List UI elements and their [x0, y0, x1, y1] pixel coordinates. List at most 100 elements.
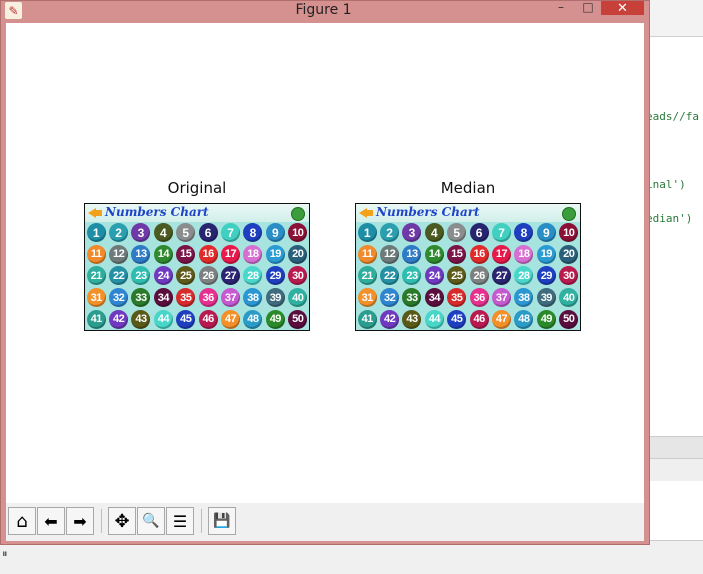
number-ball: 45: [447, 309, 467, 329]
configure-subplots-button[interactable]: ☰: [166, 507, 194, 535]
number-ball: 33: [131, 288, 151, 308]
number-cell: 17: [490, 244, 512, 266]
number-cell: 48: [242, 308, 264, 330]
number-cell: 36: [468, 287, 490, 309]
number-cell: 33: [401, 287, 423, 309]
number-cell: 6: [197, 222, 219, 244]
number-ball: 16: [198, 244, 218, 264]
number-cell: 4: [423, 222, 445, 244]
number-cell: 48: [513, 308, 535, 330]
number-ball: 22: [109, 266, 129, 286]
forward-button[interactable]: ➡: [66, 507, 94, 535]
number-ball: 41: [357, 309, 377, 329]
number-cell: 24: [423, 265, 445, 287]
number-cell: 9: [264, 222, 286, 244]
back-button[interactable]: ⬅: [37, 507, 65, 535]
number-ball: 38: [514, 288, 534, 308]
number-ball: 28: [243, 266, 263, 286]
home-icon: ⌂: [16, 510, 28, 532]
number-ball: 48: [243, 309, 263, 329]
number-cell: 8: [242, 222, 264, 244]
number-ball: 30: [288, 266, 308, 286]
number-cell: 43: [130, 308, 152, 330]
number-ball: 10: [288, 223, 308, 243]
zoom-button[interactable]: 🔍: [137, 507, 165, 535]
number-ball: 16: [469, 244, 489, 264]
number-cell: 25: [175, 265, 197, 287]
number-cell: 15: [446, 244, 468, 266]
number-ball: 23: [131, 266, 151, 286]
number-ball: 4: [153, 223, 173, 243]
number-ball: 35: [176, 288, 196, 308]
number-cell: 20: [287, 244, 309, 266]
number-ball: 4: [424, 223, 444, 243]
number-ball: 14: [424, 244, 444, 264]
figure-canvas[interactable]: Original Numbers Chart 1 2 3 4 5 6 7 8 9 10 11 12 13…: [6, 23, 644, 541]
editor-panel-bar: [645, 436, 703, 459]
maximize-button[interactable]: □: [575, 0, 601, 14]
smiley-icon: [562, 207, 576, 221]
number-ball: 34: [153, 288, 173, 308]
title-bar[interactable]: ✎ Figure 1 – □ ✕: [1, 0, 649, 21]
number-ball: 31: [357, 288, 377, 308]
number-ball: 24: [424, 266, 444, 286]
minimize-button[interactable]: –: [548, 0, 574, 14]
number-ball: 30: [559, 266, 579, 286]
number-cell: 45: [446, 308, 468, 330]
number-cell: 44: [152, 308, 174, 330]
number-ball: 29: [536, 266, 556, 286]
number-cell: 13: [130, 244, 152, 266]
number-cell: 30: [287, 265, 309, 287]
number-ball: 42: [109, 309, 129, 329]
number-ball: 18: [243, 244, 263, 264]
number-cell: 7: [490, 222, 512, 244]
number-cell: 25: [446, 265, 468, 287]
number-ball: 37: [221, 288, 241, 308]
number-ball: 11: [357, 244, 377, 264]
number-ball: 44: [424, 309, 444, 329]
save-button[interactable]: 💾: [208, 507, 236, 535]
number-ball: 13: [131, 244, 151, 264]
image-header: Numbers Chart: [85, 204, 309, 222]
number-ball: 7: [221, 223, 241, 243]
number-cell: 39: [535, 287, 557, 309]
number-cell: 16: [468, 244, 490, 266]
number-cell: 22: [378, 265, 400, 287]
toolbar-separator: [201, 509, 202, 533]
number-ball: 50: [559, 309, 579, 329]
number-cell: 50: [287, 308, 309, 330]
number-ball: 1: [357, 223, 377, 243]
number-ball: 28: [514, 266, 534, 286]
number-ball: 21: [86, 266, 106, 286]
number-ball: 39: [536, 288, 556, 308]
number-cell: 15: [175, 244, 197, 266]
number-cell: 34: [423, 287, 445, 309]
back-icon: ⬅: [44, 511, 58, 531]
number-cell: 32: [107, 287, 129, 309]
code-line: edian'): [646, 212, 693, 225]
number-ball: 35: [447, 288, 467, 308]
number-ball: 32: [109, 288, 129, 308]
number-ball: 38: [243, 288, 263, 308]
number-ball: 12: [109, 244, 129, 264]
number-cell: 36: [197, 287, 219, 309]
number-ball: 15: [176, 244, 196, 264]
number-cell: 19: [535, 244, 557, 266]
original-title: Original: [167, 179, 227, 197]
number-ball: 5: [447, 223, 467, 243]
number-cell: 26: [197, 265, 219, 287]
home-button[interactable]: ⌂: [8, 507, 36, 535]
toolbar-separator: [101, 509, 102, 533]
pan-button[interactable]: ✥: [108, 507, 136, 535]
number-cell: 12: [378, 244, 400, 266]
number-cell: 5: [175, 222, 197, 244]
number-cell: 41: [85, 308, 107, 330]
original-image: Numbers Chart 1 2 3 4 5 6 7 8 9 10 11 12 13 14 15 16 17 1…: [84, 203, 310, 331]
number-cell: 31: [356, 287, 378, 309]
number-ball: 33: [402, 288, 422, 308]
number-cell: 46: [468, 308, 490, 330]
close-button[interactable]: ✕: [601, 1, 644, 16]
smiley-icon: [291, 207, 305, 221]
number-ball: 1: [86, 223, 106, 243]
number-cell: 27: [219, 265, 241, 287]
